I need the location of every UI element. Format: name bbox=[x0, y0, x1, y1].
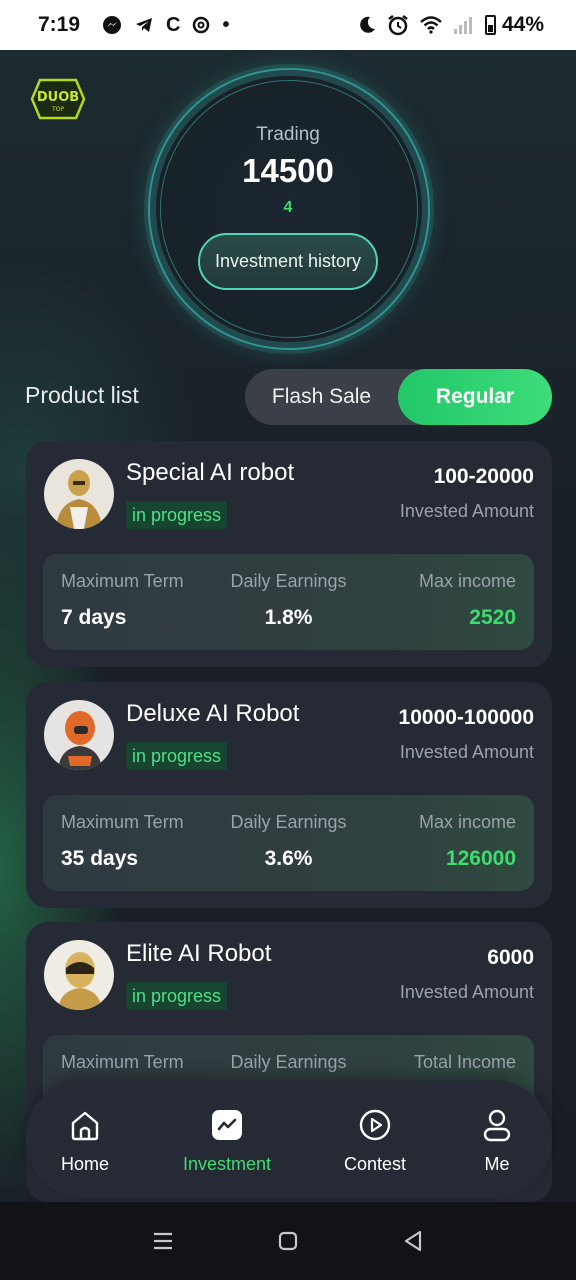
stat-label-income: Total Income bbox=[413, 1052, 516, 1072]
nav-me-label: Me bbox=[484, 1154, 510, 1174]
invested-amount-label: Invested Amount bbox=[399, 501, 534, 521]
nav-investment[interactable]: Investment bbox=[172, 1080, 282, 1198]
system-icons: 44% bbox=[357, 13, 544, 37]
battery-icon bbox=[484, 15, 496, 35]
stat-label-income: Max income bbox=[418, 812, 516, 832]
duob-logo: DUOB TOP bbox=[30, 78, 86, 120]
telegram-icon bbox=[136, 18, 153, 32]
stat-value-daily: 1.8% bbox=[264, 606, 313, 629]
trading-label: Trading bbox=[256, 124, 320, 145]
product-name: Elite AI Robot bbox=[126, 940, 272, 967]
invested-amount-value: 10000-100000 bbox=[398, 706, 534, 729]
tab-regular[interactable]: Regular bbox=[398, 369, 552, 425]
threads-icon bbox=[193, 16, 210, 34]
alarm-icon bbox=[388, 15, 408, 36]
nav-investment-label: Investment bbox=[182, 1154, 272, 1174]
svg-text:TOP: TOP bbox=[51, 106, 64, 113]
messenger-icon bbox=[103, 16, 122, 34]
invested-amount-label: Invested Amount bbox=[399, 742, 534, 762]
stat-value-income: 126000 bbox=[445, 847, 516, 870]
dot-icon: • bbox=[222, 13, 230, 36]
signal-icon bbox=[453, 17, 472, 34]
battery-percent: 44% bbox=[501, 13, 544, 36]
product-type-toggle: Flash Sale Regular bbox=[245, 369, 552, 425]
trading-value: 14500 bbox=[242, 152, 334, 189]
product-name: Deluxe AI Robot bbox=[126, 700, 300, 727]
stat-label-income: Max income bbox=[418, 571, 516, 591]
stat-value-income: 2520 bbox=[469, 606, 516, 629]
invested-amount-label: Invested Amount bbox=[399, 982, 534, 1002]
nav-me[interactable]: Me bbox=[452, 1080, 542, 1198]
play-icon bbox=[358, 1108, 392, 1142]
chart-icon bbox=[210, 1108, 244, 1142]
status-badge: in progress bbox=[126, 742, 228, 770]
product-card[interactable]: Deluxe AI Robot in progress 10000-100000… bbox=[26, 682, 552, 908]
invested-amount-value: 6000 bbox=[487, 946, 534, 969]
product-name: Special AI robot bbox=[126, 459, 295, 486]
nav-contest[interactable]: Contest bbox=[330, 1080, 420, 1198]
moon-icon bbox=[360, 16, 375, 33]
nav-home[interactable]: Home bbox=[40, 1080, 130, 1198]
wifi-icon bbox=[420, 16, 442, 34]
product-stats: Maximum Term Daily Earnings Max income 7… bbox=[43, 554, 534, 650]
product-stats: Maximum Term Daily Earnings Max income 3… bbox=[43, 795, 534, 891]
investment-history-button[interactable]: Investment history bbox=[198, 233, 378, 290]
c-icon: C bbox=[166, 13, 181, 36]
product-card[interactable]: Special AI robot in progress 100-20000 I… bbox=[26, 441, 552, 667]
clock: 7:19 bbox=[38, 13, 81, 36]
system-navigation-bar bbox=[0, 1202, 576, 1280]
nav-contest-label: Contest bbox=[343, 1154, 407, 1174]
back-icon[interactable] bbox=[401, 1229, 425, 1253]
svg-text:DUOB: DUOB bbox=[37, 90, 79, 105]
status-badge: in progress bbox=[126, 501, 228, 529]
trading-count: 4 bbox=[283, 199, 293, 216]
status-badge: in progress bbox=[126, 982, 228, 1010]
status-bar: 7:19 C • 44% bbox=[0, 0, 576, 50]
product-list-title: Product list bbox=[25, 382, 139, 408]
bottom-navigation: Home Investment Contest Me bbox=[26, 1080, 552, 1198]
home-button-icon[interactable] bbox=[276, 1229, 300, 1253]
tab-flash-sale[interactable]: Flash Sale bbox=[245, 369, 398, 425]
robot-avatar bbox=[44, 940, 114, 1010]
robot-avatar bbox=[44, 700, 114, 770]
notification-icons: C • bbox=[102, 13, 230, 37]
battery: 44% bbox=[484, 13, 544, 37]
recent-apps-icon[interactable] bbox=[151, 1229, 175, 1253]
invested-amount-value: 100-20000 bbox=[433, 465, 534, 488]
robot-avatar bbox=[44, 459, 114, 529]
user-icon bbox=[480, 1108, 514, 1142]
home-icon bbox=[68, 1108, 102, 1142]
nav-home-label: Home bbox=[60, 1154, 109, 1174]
